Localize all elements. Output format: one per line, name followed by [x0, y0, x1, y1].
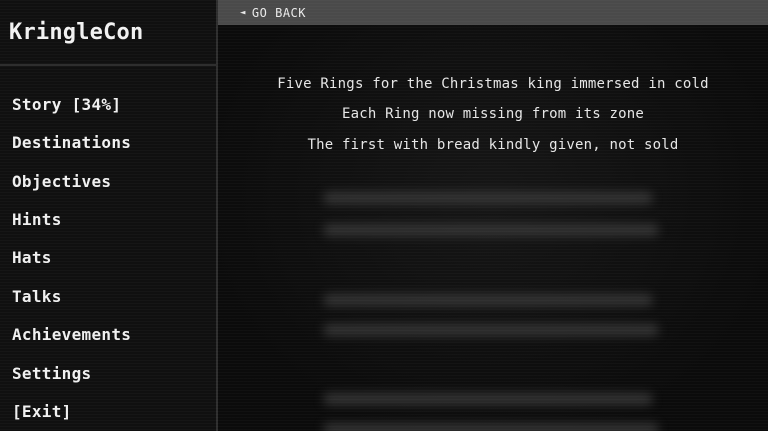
story-line: The first with bread kindly given, not s…: [307, 137, 679, 153]
locked-story-line: [323, 324, 659, 336]
locked-story-line: [323, 192, 653, 204]
story-line: Each Ring now missing from its zone: [341, 106, 644, 122]
sidebar-item-destinations[interactable]: Destinations: [12, 133, 131, 152]
sidebar-item-exit[interactable]: [Exit]: [12, 402, 72, 421]
app-title: KringleCon: [0, 0, 216, 66]
kringlecon-app: KringleCon Story [34%] Destinations Obje…: [0, 0, 768, 431]
sidebar-item-objectives[interactable]: Objectives: [12, 172, 111, 191]
locked-story-line: [323, 393, 653, 405]
locked-story-line: [323, 423, 659, 431]
sidebar: KringleCon Story [34%] Destinations Obje…: [0, 0, 218, 431]
sidebar-item-hats[interactable]: Hats: [12, 248, 52, 267]
sidebar-item-settings[interactable]: Settings: [12, 364, 91, 383]
story-panel: ◄ GO BACK Five Rings for the Christmas k…: [218, 0, 768, 431]
locked-story-line: [323, 224, 659, 236]
story-line: Five Rings for the Christmas king immers…: [277, 76, 709, 92]
triangle-left-icon: ◄: [240, 7, 246, 18]
sidebar-item-hints[interactable]: Hints: [12, 210, 62, 229]
sidebar-item-story[interactable]: Story [34%]: [12, 95, 121, 114]
sidebar-item-talks[interactable]: Talks: [12, 287, 62, 306]
go-back-label: GO BACK: [251, 5, 306, 20]
sidebar-item-achievements[interactable]: Achievements: [12, 325, 131, 344]
go-back-button[interactable]: ◄ GO BACK: [218, 0, 768, 25]
locked-story-line: [323, 294, 653, 306]
